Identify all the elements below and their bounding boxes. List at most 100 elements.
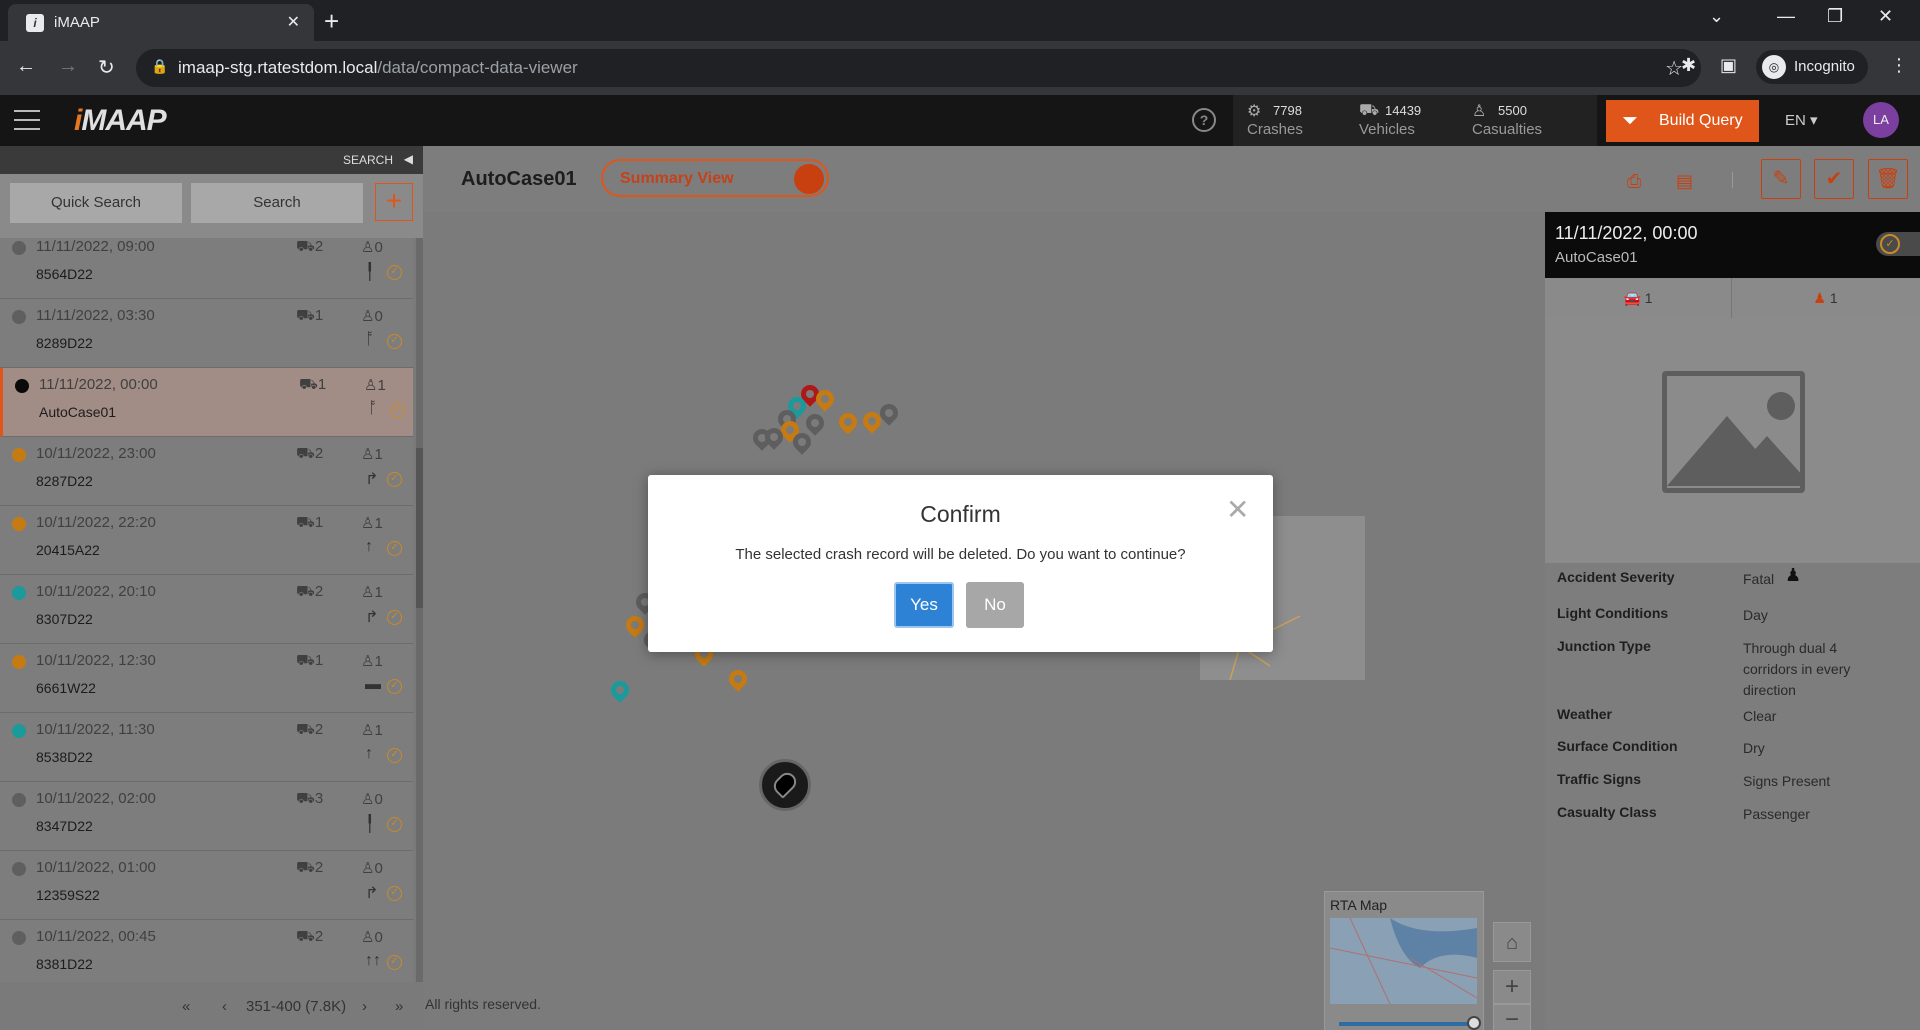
casualty-count: ♙1 [361, 514, 383, 532]
map-marker-icon[interactable] [761, 424, 787, 452]
map-marker-icon[interactable] [725, 666, 751, 694]
map-marker-icon[interactable] [812, 386, 838, 414]
map-marker-icon[interactable] [607, 677, 633, 705]
window-close-icon[interactable]: ✕ [1878, 6, 1893, 27]
home-button[interactable]: ⌂ [1493, 922, 1531, 962]
language-select[interactable]: EN ▾ [1785, 111, 1818, 129]
forward-icon[interactable]: → [58, 55, 78, 78]
record-date: 10/11/2022, 01:00 [36, 859, 156, 876]
list-item[interactable]: 10/11/2022, 01:00 12359S22 ⛟2 ♙0 ↱ ✓ [0, 851, 413, 920]
vehicle-count: ⛟2 [296, 721, 323, 740]
dialog-close-icon[interactable]: ✕ [1226, 493, 1249, 526]
map-marker-icon[interactable] [789, 429, 815, 457]
user-avatar[interactable]: LA [1863, 102, 1899, 138]
minimize-icon[interactable]: — [1777, 6, 1795, 27]
list-scrollbar[interactable] [416, 238, 423, 982]
add-record-button[interactable]: + [375, 183, 413, 221]
edit-button[interactable]: ✎ [1761, 159, 1801, 199]
hamburger-menu-icon[interactable] [14, 110, 40, 130]
list-item[interactable]: 10/11/2022, 12:30 6661W22 ⛟1 ♙1 ▬ ✓ [0, 644, 413, 713]
map-marker-icon[interactable] [622, 612, 648, 640]
record-code: 8347D22 [36, 818, 93, 834]
delete-button[interactable]: 🗑 [1868, 159, 1908, 199]
last-page-button[interactable]: » [395, 998, 403, 1015]
list-item[interactable]: 11/11/2022, 03:30 8289D22 ⛟1 ♙0 ᚩ ✓ [0, 299, 413, 368]
car-icon: ⛟ [296, 238, 315, 255]
car-icon: ⛟ [296, 928, 315, 945]
yes-button[interactable]: Yes [894, 582, 954, 628]
record-code: 6661W22 [36, 680, 96, 696]
search-strip[interactable]: SEARCH ◀ [0, 146, 423, 174]
reload-icon[interactable]: ↻ [98, 55, 115, 80]
summary-view-toggle[interactable]: Summary View [601, 159, 829, 197]
person-icon: ♙ [361, 239, 375, 256]
vehicle-count: ⛟1 [296, 307, 323, 326]
vehicle-count: ⛟2 [296, 859, 323, 878]
status-dot [12, 931, 26, 945]
list-scrollbar-thumb[interactable] [416, 448, 423, 608]
incognito-indicator[interactable]: ◎ Incognito [1756, 50, 1868, 84]
rta-map-layer-widget[interactable]: RTA Map [1324, 891, 1484, 1030]
casualty-count-value: 1 [374, 722, 383, 739]
list-item[interactable]: 11/11/2022, 09:00 8564D22 ⛟2 ♙0 ╿ ✓ [0, 238, 413, 299]
casualty-count: ♙0 [361, 790, 383, 808]
list-item[interactable]: 10/11/2022, 11:30 8538D22 ⛟2 ♙1 ↑ ✓ [0, 713, 413, 782]
search-button[interactable]: Search [191, 183, 363, 223]
list-item[interactable]: 11/11/2022, 00:00 AutoCase01 ⛟1 ♙1 ᚩ ✓ [0, 368, 413, 437]
print-icon[interactable]: ⎙ [1627, 171, 1641, 192]
prev-page-button[interactable]: ‹ [222, 998, 227, 1015]
selected-crash-marker[interactable] [759, 759, 811, 811]
vehicle-count-value: 1 [314, 307, 324, 324]
verified-check-icon: ✓ [387, 748, 402, 763]
next-page-button[interactable]: › [362, 998, 367, 1015]
help-icon[interactable]: ? [1192, 108, 1216, 132]
stat-casualties-label: Casualties [1472, 121, 1543, 138]
first-page-button[interactable]: « [182, 998, 190, 1015]
status-dot [15, 379, 29, 393]
url-field[interactable]: 🔒 imaap-stg.rtatestdom.local/data/compac… [136, 49, 1701, 87]
verified-check-icon: ✓ [387, 334, 402, 349]
document-icon[interactable]: ▤ [1676, 171, 1693, 192]
casualty-count-value: 0 [374, 791, 383, 808]
close-tab-icon[interactable]: ✕ [287, 12, 300, 32]
car-icon: ⛟ [296, 445, 315, 462]
map-thumbnail[interactable] [1329, 917, 1478, 1005]
record-date: 10/11/2022, 02:00 [36, 790, 156, 807]
trash-icon: 🗑 [1875, 168, 1901, 190]
marker-pin-icon [770, 769, 800, 799]
zoom-out-button[interactable]: − [1493, 1004, 1531, 1030]
map-marker-icon[interactable] [876, 400, 902, 428]
collapse-caret-icon[interactable]: ◀ [404, 152, 413, 166]
tab-search-icon[interactable]: ⌄ [1709, 6, 1724, 27]
side-panel-icon[interactable]: ▣ [1720, 55, 1737, 76]
new-tab-icon[interactable]: + [324, 6, 339, 37]
case-title: AutoCase01 [461, 168, 577, 190]
build-query-button[interactable]: ⏷ Build Query [1606, 100, 1759, 142]
opacity-slider[interactable] [1339, 1022, 1473, 1026]
browser-tab[interactable]: i iMAAP ✕ [8, 4, 314, 41]
restore-icon[interactable]: ❐ [1827, 6, 1843, 27]
map-marker-icon[interactable] [859, 408, 885, 436]
vehicle-count-value: 2 [314, 859, 324, 876]
extensions-icon[interactable]: ✱ [1681, 55, 1696, 76]
tab-casualties[interactable]: ♟ 1 [1732, 278, 1919, 318]
case-header: AutoCase01 Summary View ⎙ ▤ ✎ ✔ 🗑 [423, 146, 1920, 212]
confirm-dialog: Confirm ✕ The selected crash record will… [648, 475, 1273, 652]
browser-menu-icon[interactable]: ⋮ [1890, 55, 1908, 76]
tab-vehicles[interactable]: 🚘 1 [1545, 278, 1732, 318]
quick-search-button[interactable]: Quick Search [10, 183, 182, 223]
list-item[interactable]: 10/11/2022, 22:20 20415A22 ⛟1 ♙1 ↑ ✓ [0, 506, 413, 575]
map-marker-icon[interactable] [835, 409, 861, 437]
approve-button[interactable]: ✔ [1814, 159, 1854, 199]
zoom-in-button[interactable]: + [1493, 970, 1531, 1004]
verified-check-icon: ✓ [387, 265, 402, 280]
list-item[interactable]: 10/11/2022, 02:00 8347D22 ⛟3 ♙0 ╿ ✓ [0, 782, 413, 851]
list-item[interactable]: 10/11/2022, 23:00 8287D22 ⛟2 ♙1 ↱ ✓ [0, 437, 413, 506]
list-item[interactable]: 10/11/2022, 20:10 8307D22 ⛟2 ♙1 ↱ ✓ [0, 575, 413, 644]
vehicle-count: ⛟2 [296, 238, 323, 257]
opacity-slider-handle[interactable] [1467, 1016, 1481, 1030]
field-label: Light Conditions [1557, 605, 1669, 621]
back-icon[interactable]: ← [16, 55, 36, 78]
no-button[interactable]: No [966, 582, 1024, 628]
list-item[interactable]: 10/11/2022, 00:45 8381D22 ⛟2 ♙0 ↑↑ ✓ [0, 920, 413, 982]
